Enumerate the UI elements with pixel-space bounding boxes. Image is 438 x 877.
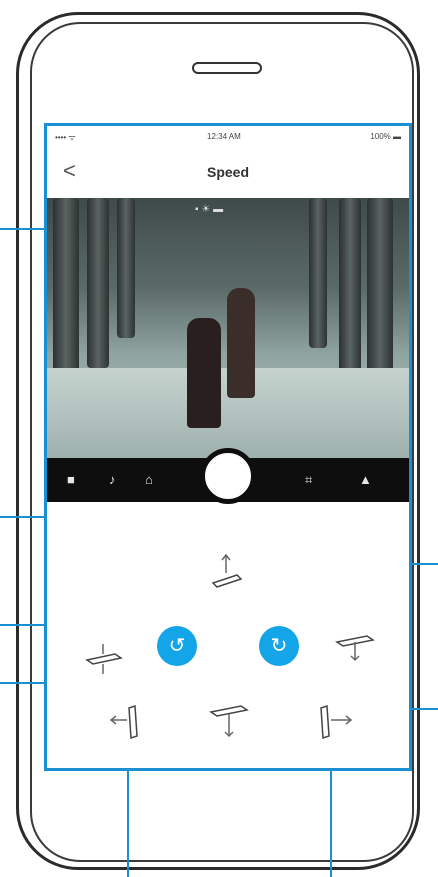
callout-line (0, 516, 46, 518)
scene-pillar (309, 198, 327, 348)
scene-pillar (117, 198, 135, 338)
battery-indicator: 100% ▬ (370, 132, 401, 141)
phone-speaker (192, 62, 262, 74)
camera-icon[interactable]: ⌂ (145, 472, 153, 487)
shutter-button[interactable] (200, 448, 256, 504)
page-title: Speed (206, 164, 249, 180)
app-screen: •••• ᯤ 12:34 AM 100% ▬ < Speed ▪ ☀ ▬ ■ ♪… (44, 123, 412, 771)
pan-right-icon[interactable] (313, 702, 359, 742)
status-bar: •••• ᯤ 12:34 AM 100% ▬ (47, 126, 409, 148)
carrier-signal: •••• ᯤ (55, 133, 76, 142)
tilt-up-icon[interactable] (203, 553, 249, 593)
rotate-left-button[interactable]: ↺ (157, 626, 197, 666)
ai-mode-icon[interactable]: ▲ (359, 472, 372, 487)
scene-pillar (87, 198, 109, 368)
camera-indicators: ▪ ☀ ▬ (195, 204, 224, 215)
scene-pillar (339, 198, 361, 373)
roll-left-icon[interactable] (81, 638, 127, 678)
status-time: 12:34 AM (207, 132, 241, 141)
scene-person (227, 288, 255, 398)
tilt-down-icon[interactable] (207, 702, 253, 742)
pan-left-icon[interactable] (107, 702, 153, 742)
nav-bar: < Speed (47, 148, 409, 198)
music-note-icon[interactable]: ♪ (109, 472, 116, 487)
frame-icon[interactable]: ⌗ (305, 472, 312, 488)
roll-right-icon[interactable] (333, 628, 379, 668)
scene-person (187, 318, 221, 428)
stop-square-icon[interactable]: ■ (67, 472, 75, 487)
rotate-right-button[interactable]: ↻ (259, 626, 299, 666)
camera-preview[interactable]: ▪ ☀ ▬ (47, 198, 409, 458)
callout-line (0, 228, 46, 230)
